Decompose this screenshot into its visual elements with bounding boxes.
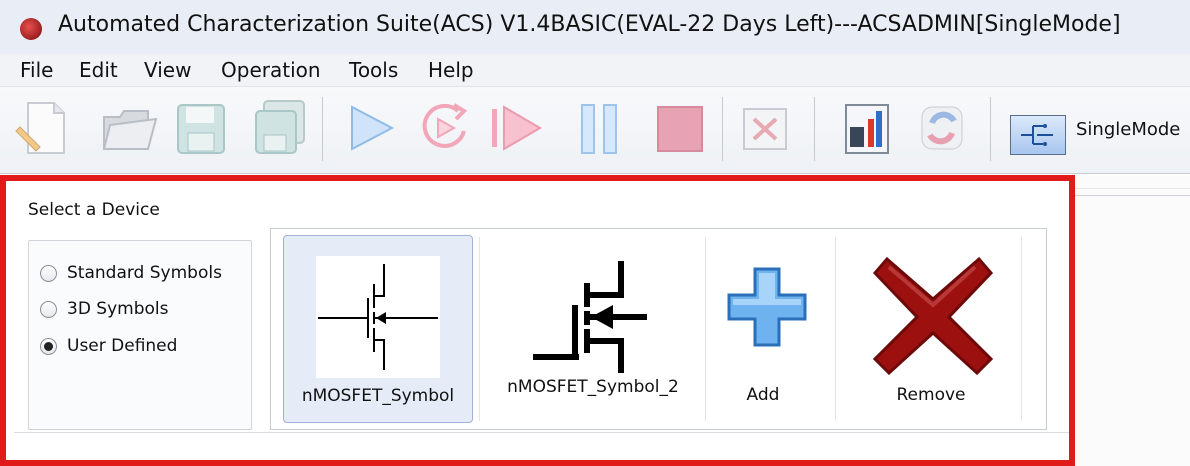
repeat-run-icon [422, 103, 468, 148]
side-panel [1075, 175, 1190, 466]
tool-settings-button[interactable] [838, 97, 898, 159]
menu-view[interactable]: View [144, 58, 191, 82]
new-icon [15, 102, 65, 154]
refresh-button[interactable] [912, 97, 972, 159]
title-bar: Automated Characterization Suite(ACS) V1… [0, 0, 1190, 54]
window-title: Automated Characterization Suite(ACS) V1… [58, 12, 1121, 37]
highlight-frame [0, 175, 1075, 466]
stop-button[interactable] [650, 97, 710, 159]
save-all-button[interactable] [250, 97, 310, 159]
save-button[interactable] [172, 97, 232, 159]
save-all-icon [255, 100, 305, 154]
menu-edit[interactable]: Edit [79, 58, 118, 82]
step-run-icon [492, 105, 542, 151]
divider [1075, 188, 1190, 189]
step-run-button[interactable] [486, 97, 546, 159]
cancel-icon [743, 108, 787, 150]
save-icon [177, 104, 225, 154]
open-button[interactable] [98, 97, 158, 159]
repeat-run-button[interactable] [414, 97, 474, 159]
menu-file[interactable]: File [20, 58, 53, 82]
mode-icon [1021, 124, 1053, 146]
new-button[interactable] [14, 97, 74, 159]
menu-tools[interactable]: Tools [349, 58, 398, 82]
toolbar-separator [322, 97, 323, 161]
stop-icon [657, 106, 703, 152]
app-logo-icon [20, 18, 42, 40]
cancel-button[interactable] [736, 97, 796, 159]
run-icon [351, 105, 395, 151]
toolbar-separator [990, 97, 991, 161]
open-icon [102, 110, 158, 150]
toolbar: SingleMode [0, 87, 1190, 174]
tool-settings-icon [845, 104, 889, 154]
toolbar-separator [722, 97, 723, 161]
toolbar-separator [814, 97, 815, 161]
menu-operation[interactable]: Operation [221, 58, 321, 82]
menu-bar: File Edit View Operation Tools Help [0, 54, 1190, 87]
menu-help[interactable]: Help [428, 58, 474, 82]
pause-button[interactable] [570, 97, 630, 159]
mode-button[interactable] [1010, 115, 1066, 155]
mode-label[interactable]: SingleMode [1076, 119, 1180, 140]
run-button[interactable] [342, 97, 402, 159]
refresh-icon [921, 106, 963, 150]
pause-icon [581, 104, 617, 154]
divider [1075, 195, 1190, 196]
